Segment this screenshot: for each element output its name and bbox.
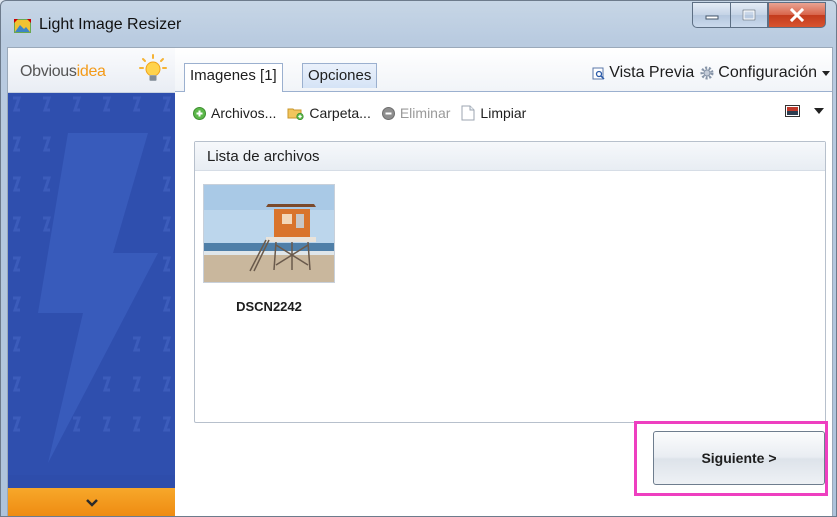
close-button[interactable] [768, 2, 826, 28]
logo-accent-text: idea [76, 63, 106, 80]
logo-text: Obvious [20, 63, 77, 80]
image-view-icon [785, 105, 800, 117]
caret-down-icon [814, 108, 824, 114]
caret-down-icon [822, 71, 830, 76]
tab-bar: Imagenes [1] Opciones Vista Previa Confi… [175, 48, 832, 92]
sidebar-pattern [8, 93, 175, 475]
tab-imagenes[interactable]: Imagenes [1] [184, 63, 283, 92]
sidebar: Obviousidea [8, 48, 175, 516]
preview-icon [592, 67, 605, 80]
toolbar: Archivos... Carpeta... Eliminar Limpiar [193, 101, 537, 125]
app-window: Light Image Resizer Obviousidea Imagenes… [0, 0, 837, 517]
next-button[interactable]: Siguiente > [653, 431, 825, 485]
document-icon [461, 105, 475, 121]
settings-label: Configuración [718, 64, 817, 81]
file-list-header: Lista de archivos [195, 142, 825, 171]
lightbulb-icon [139, 54, 167, 81]
settings-menu[interactable]: Configuración [700, 64, 832, 82]
tab-opciones[interactable]: Opciones [302, 63, 378, 88]
file-list-panel: Lista de archivos DSCN2242 [194, 141, 826, 423]
title-bar[interactable]: Light Image Resizer [1, 1, 836, 47]
add-files-button[interactable]: Archivos... [193, 105, 276, 121]
remove-label: Eliminar [399, 105, 451, 121]
logo-area: Obviousidea [8, 48, 175, 93]
add-folder-button[interactable]: Carpeta... [287, 105, 371, 121]
remove-icon [381, 106, 395, 120]
add-icon [193, 106, 206, 120]
window-title: Light Image Resizer [39, 16, 182, 33]
file-name: DSCN2242 [236, 299, 302, 314]
minimize-button[interactable] [692, 2, 730, 28]
chevron-down-icon [85, 499, 98, 507]
maximize-button[interactable] [730, 2, 768, 28]
clear-button[interactable]: Limpiar [461, 105, 526, 121]
file-item[interactable]: DSCN2242 [203, 184, 335, 314]
remove-button[interactable]: Eliminar [381, 105, 451, 121]
image-thumbnail [203, 184, 335, 283]
sidebar-expand-button[interactable] [8, 488, 175, 516]
maximize-icon [742, 9, 756, 21]
preview-link[interactable]: Vista Previa [592, 64, 694, 82]
client-area: Obviousidea Imagenes [1] Opciones Vista … [7, 47, 833, 516]
preview-label: Vista Previa [609, 64, 695, 81]
gear-icon [700, 66, 714, 80]
view-mode-menu[interactable] [785, 105, 826, 117]
minimize-icon [705, 15, 718, 20]
folder-add-icon [287, 108, 304, 120]
add-files-label: Archivos... [211, 105, 277, 121]
app-icon [14, 19, 31, 33]
obviousidea-logo: Obviousidea [20, 63, 106, 81]
clear-label: Limpiar [480, 105, 527, 121]
add-folder-label: Carpeta... [309, 105, 371, 121]
close-icon [790, 8, 804, 22]
